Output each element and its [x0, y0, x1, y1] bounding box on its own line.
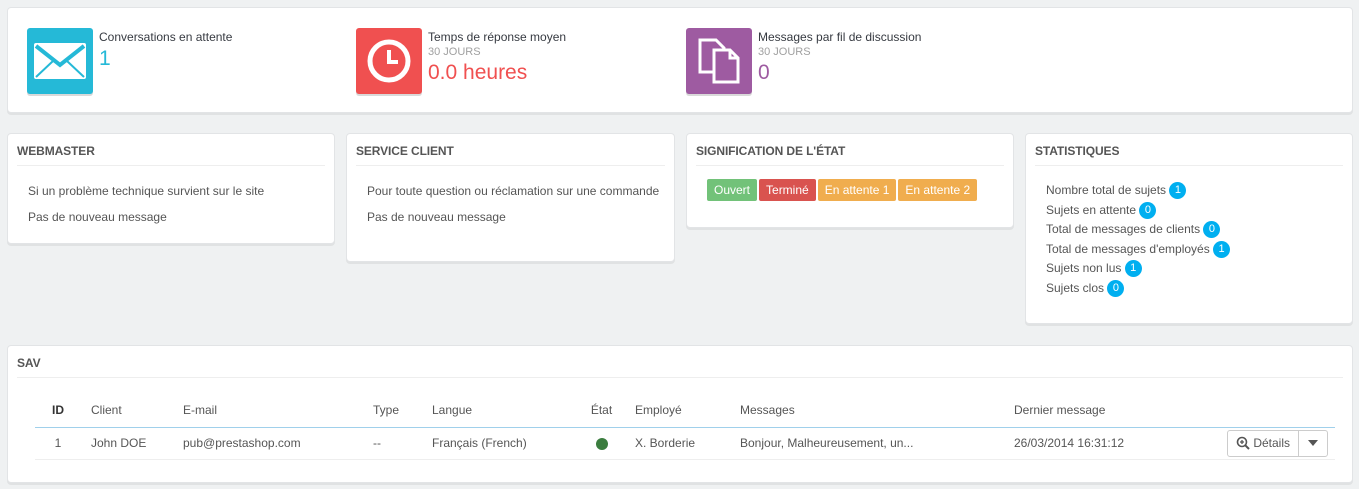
state-badge-termine: Terminé [759, 179, 816, 201]
contact-description: Si un problème technique survient sur le… [28, 184, 265, 198]
details-button-group: Détails [1227, 429, 1328, 457]
new-message-status: Pas de nouveau message [28, 210, 167, 224]
stat-count-badge: 1 [1124, 260, 1142, 278]
kpi-bar: Conversations en attente 1 Temps de répo… [7, 7, 1353, 113]
stat-count-badge: 1 [1169, 182, 1187, 200]
cell-id: 1 [35, 427, 81, 460]
stat-label: Sujets clos [1046, 280, 1105, 295]
service-client-panel: SERVICE CLIENT Pour toute question ou ré… [346, 133, 675, 262]
panel-heading: SAV [17, 346, 1343, 378]
col-header-etat[interactable]: État [578, 394, 625, 428]
stat-item: Sujets clos 0 [1046, 279, 1230, 299]
stat-item: Sujets non lus 1 [1046, 259, 1230, 279]
stat-count-badge: 0 [1203, 221, 1221, 239]
panel-heading: WEBMASTER [17, 134, 325, 166]
webmaster-panel: WEBMASTER Si un problème technique survi… [7, 133, 335, 244]
kpi-value: 1 [99, 47, 111, 70]
kpi-value: 0.0 heures [428, 61, 528, 84]
state-legend-panel: SIGNIFICATION DE L'ÉTAT Ouvert Terminé En … [686, 133, 1014, 228]
cell-langue: Français (French) [422, 427, 578, 460]
copy-icon [686, 28, 752, 94]
contact-description: Pour toute question ou réclamation sur u… [367, 184, 660, 198]
col-header-email[interactable]: E-mail [173, 394, 363, 428]
panel-heading: SIGNIFICATION DE L'ÉTAT [696, 134, 1004, 166]
stat-item: Sujets en attente 0 [1046, 201, 1230, 221]
panel-heading: STATISTIQUES [1035, 134, 1343, 166]
col-header-actions [1218, 394, 1335, 428]
clock-icon [356, 28, 422, 94]
col-header-id[interactable]: ID [35, 394, 81, 428]
col-header-langue[interactable]: Langue [422, 394, 578, 428]
cell-client: John DOE [81, 427, 173, 460]
statistics-panel: STATISTIQUES Nombre total de sujets 1 Su… [1025, 133, 1353, 324]
threads-table: ID Client E-mail Type Langue État Employ… [35, 394, 1335, 460]
stat-count-badge: 0 [1139, 201, 1157, 219]
stat-label: Total de messages de clients [1046, 222, 1201, 236]
table-row[interactable]: 1 John DOE pub@prestashop.com -- Françai… [35, 427, 1335, 460]
caret-down-icon [1308, 440, 1318, 446]
kpi-title: Temps de réponse moyen [428, 30, 567, 44]
cell-email: pub@prestashop.com [173, 427, 363, 460]
sav-panel: SAV ID Client E-mail Type Langue État Em… [7, 345, 1353, 483]
stat-label: Total de messages d'employés [1046, 241, 1210, 256]
col-header-dernier-message[interactable]: Dernier message [1004, 394, 1218, 428]
col-header-type[interactable]: Type [363, 394, 422, 428]
kpi-period: 30 JOURS [428, 46, 481, 58]
stat-count-badge: 1 [1213, 240, 1231, 258]
stat-count-badge: 0 [1107, 279, 1125, 297]
kpi-title: Conversations en attente [99, 30, 233, 44]
stat-item: Total de messages de clients 0 [1046, 220, 1230, 240]
cell-etat [578, 427, 625, 460]
kpi-period: 30 JOURS [758, 46, 811, 58]
col-header-client[interactable]: Client [81, 394, 173, 428]
new-message-status: Pas de nouveau message [367, 210, 506, 224]
stat-label: Sujets non lus [1046, 261, 1122, 275]
zoom-in-icon [1237, 436, 1251, 450]
stat-item: Total de messages d'employés 1 [1046, 240, 1231, 260]
cell-type: -- [363, 427, 422, 460]
state-badge-attente-1: En attente 1 [817, 179, 897, 201]
state-badge-attente-2: En attente 2 [898, 179, 978, 201]
cell-employe: X. Borderie [625, 427, 730, 460]
actions-dropdown-toggle[interactable] [1299, 431, 1327, 456]
panel-heading: SERVICE CLIENT [356, 134, 665, 166]
col-header-employe[interactable]: Employé [625, 394, 730, 428]
stat-label: Nombre total de sujets [1046, 183, 1167, 197]
details-button-label: Détails [1253, 436, 1290, 450]
details-button[interactable]: Détails [1228, 430, 1299, 456]
table-header-row: ID Client E-mail Type Langue État Employ… [35, 394, 1335, 428]
status-dot-icon [595, 437, 608, 450]
cell-dernier-message: 26/03/2014 16:31:12 [1004, 427, 1218, 460]
stat-item: Nombre total de sujets 1 [1046, 181, 1230, 201]
col-header-messages[interactable]: Messages [730, 394, 1004, 428]
envelope-icon [27, 28, 93, 94]
cell-messages: Bonjour, Malheureusement, un... [730, 427, 1004, 460]
stat-label: Sujets en attente [1046, 202, 1137, 217]
kpi-value: 0 [758, 61, 770, 84]
kpi-title: Messages par fil de discussion [758, 30, 922, 44]
state-badge-ouvert: Ouvert [707, 179, 758, 201]
cell-actions: Détails [1218, 427, 1335, 460]
